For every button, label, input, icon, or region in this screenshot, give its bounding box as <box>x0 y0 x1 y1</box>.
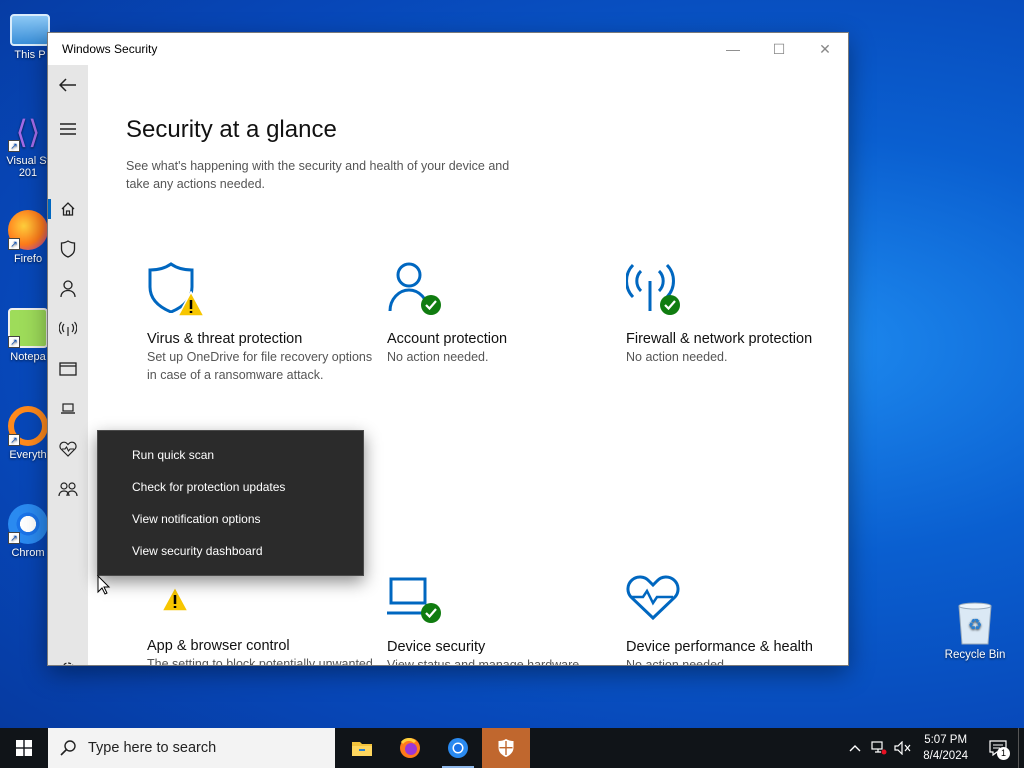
system-tray: 5:07 PM 8/4/2024 1 <box>843 728 1024 768</box>
windows-logo-icon <box>16 740 32 756</box>
search-placeholder: Type here to search <box>88 740 217 756</box>
card-firewall-network-protection[interactable]: Firewall & network protection No action … <box>625 261 848 367</box>
card-device-performance-health[interactable]: Device performance & health No action ne… <box>626 575 848 665</box>
window-title: Windows Security <box>62 42 158 56</box>
menu-item-notification-options[interactable]: View notification options <box>98 503 363 535</box>
checkmark-icon <box>660 295 680 315</box>
person-icon[interactable] <box>56 277 80 301</box>
minimize-button[interactable]: — <box>710 33 756 65</box>
shortcut-arrow-icon: ↗ <box>8 238 20 250</box>
heart-pulse-icon <box>626 575 682 625</box>
checkmark-icon <box>421 295 441 315</box>
mouse-cursor-icon <box>97 575 111 595</box>
family-icon[interactable] <box>56 477 80 501</box>
shortcut-arrow-icon: ↗ <box>8 532 20 544</box>
menu-item-run-quick-scan[interactable]: Run quick scan <box>98 439 363 471</box>
shield-icon <box>147 261 205 317</box>
menu-item-check-updates[interactable]: Check for protection updates <box>98 471 363 503</box>
heart-pulse-icon[interactable] <box>56 437 80 461</box>
laptop-icon <box>387 575 443 625</box>
card-description: The setting to block potentially unwante… <box>147 657 373 665</box>
card-title: Firewall & network protection <box>626 331 813 347</box>
warning-icon <box>177 291 205 317</box>
shield-icon[interactable] <box>56 237 80 261</box>
svg-text:♻: ♻ <box>968 615 982 634</box>
firefox-icon <box>400 738 420 758</box>
card-description: No action needed. <box>626 658 728 665</box>
computer-icon <box>10 14 50 46</box>
hamburger-menu-icon[interactable] <box>56 117 80 141</box>
browser-window-icon[interactable] <box>56 357 80 381</box>
home-icon[interactable] <box>56 197 80 221</box>
start-button[interactable] <box>0 728 48 768</box>
taskbar-clock[interactable]: 5:07 PM 8/4/2024 <box>923 732 968 764</box>
clock-date: 8/4/2024 <box>923 750 968 762</box>
card-description: No action needed. <box>626 350 728 364</box>
antenna-icon <box>625 261 682 317</box>
card-description: No action needed. <box>387 350 489 364</box>
notification-count-badge: 1 <box>997 747 1010 760</box>
close-button[interactable]: ✕ <box>802 33 848 65</box>
taskbar: Type here to search 5:07 PM 8/4/2024 1 <box>0 728 1024 768</box>
desktop-icon-recycle-bin[interactable]: ♻ Recycle Bin <box>940 600 1010 661</box>
windows-security-icon <box>498 739 514 757</box>
volume-muted-icon[interactable] <box>891 741 915 755</box>
back-arrow-icon[interactable] <box>56 73 80 97</box>
shortcut-arrow-icon: ↗ <box>8 336 20 348</box>
menu-item-security-dashboard[interactable]: View security dashboard <box>98 535 363 567</box>
card-account-protection[interactable]: Account protection No action needed. <box>387 261 617 367</box>
show-desktop-button[interactable] <box>1018 728 1024 768</box>
warning-icon <box>161 586 189 612</box>
recycle-bin-icon: ♻ <box>958 602 992 645</box>
card-app-browser-control[interactable]: App & browser control The setting to blo… <box>147 586 377 665</box>
settings-gear-icon[interactable] <box>56 657 80 665</box>
selected-nav-indicator <box>48 199 51 219</box>
checkmark-icon <box>421 603 441 623</box>
card-title: Device security <box>387 639 486 655</box>
taskbar-chrome[interactable] <box>434 728 482 768</box>
card-description: View status and manage hardware security… <box>387 658 580 665</box>
shortcut-arrow-icon: ↗ <box>8 434 20 446</box>
page-description: See what's happening with the security a… <box>126 159 510 191</box>
chrome-icon <box>448 738 468 758</box>
card-title: Account protection <box>387 331 508 347</box>
context-menu: Run quick scan Check for protection upda… <box>97 430 364 576</box>
action-center-icon[interactable]: 1 <box>978 740 1018 760</box>
card-title: App & browser control <box>147 638 290 654</box>
clock-time: 5:07 PM <box>924 734 968 746</box>
search-icon <box>60 740 76 756</box>
antenna-icon[interactable] <box>56 317 80 341</box>
person-icon <box>387 261 443 317</box>
recycle-bin-label: Recycle Bin <box>944 649 1006 661</box>
taskbar-search-box[interactable]: Type here to search <box>48 728 335 768</box>
card-virus-threat-protection[interactable]: Virus & threat protection Set up OneDriv… <box>147 261 377 384</box>
taskbar-file-explorer[interactable] <box>338 728 386 768</box>
file-explorer-icon <box>352 742 372 756</box>
taskbar-firefox[interactable] <box>386 728 434 768</box>
shortcut-arrow-icon: ↗ <box>8 140 20 152</box>
card-title: Device performance & health <box>626 639 813 655</box>
browser-window-icon <box>147 586 203 624</box>
network-icon[interactable] <box>867 741 891 755</box>
title-bar[interactable]: Windows Security — ☐ ✕ <box>48 33 848 65</box>
card-title: Virus & threat protection <box>147 331 303 347</box>
taskbar-windows-security[interactable] <box>482 728 530 768</box>
card-description: Set up OneDrive for file recovery option… <box>147 350 373 382</box>
page-title: Security at a glance <box>126 116 337 143</box>
maximize-button[interactable]: ☐ <box>756 33 802 65</box>
card-device-security[interactable]: Device security View status and manage h… <box>387 575 617 665</box>
navigation-sidebar <box>48 65 88 665</box>
show-hidden-icons-chevron-icon[interactable] <box>843 744 867 752</box>
laptop-icon[interactable] <box>56 397 80 421</box>
